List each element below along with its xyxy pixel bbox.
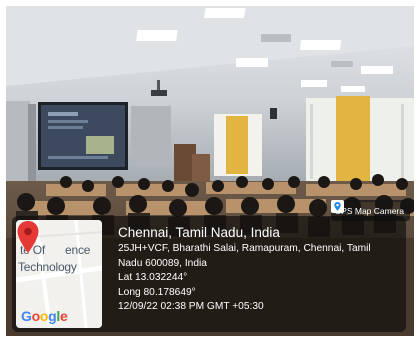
location-details: Chennai, Tamil Nadu, India 25JH+VCF, Bha… [118,224,402,315]
address-line-2: Nadu 600089, India [118,257,207,269]
map-label-fragment: ence [65,243,91,257]
location-overlay: te Of ence Technology Google Chennai, Tam… [12,216,406,332]
map-label-line2: Technology [18,260,77,274]
address-line-1: 25JH+VCF, Bharathi Salai, Ramapuram, Che… [118,243,371,254]
map-thumbnail: te Of ence Technology Google [16,220,102,328]
place-name: Chennai, Tamil Nadu, India [118,225,280,240]
google-logo: Google [21,308,68,324]
longitude: Long 80.178649° [118,286,196,298]
latitude: Lat 13.032244° [118,272,188,284]
timestamp: 12/09/22 02:38 PM GMT +05:30 [118,301,264,313]
gps-badge-label: GPS Map Camera [334,205,404,216]
map-pin-icon [330,200,344,213]
location-pin-icon [17,221,39,253]
